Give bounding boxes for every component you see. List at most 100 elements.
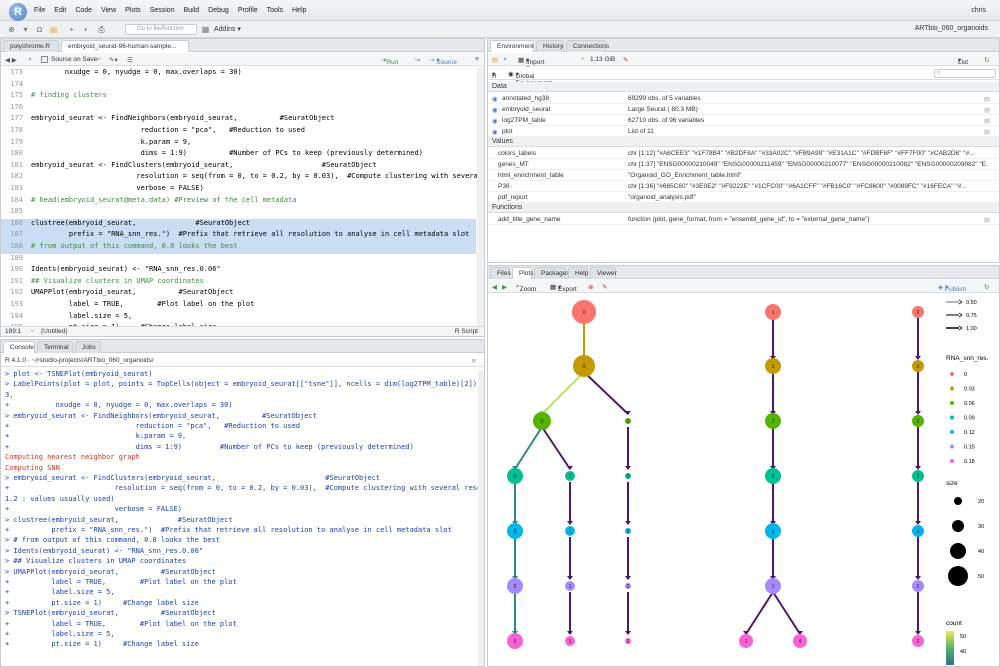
code-line[interactable]: verbose = FALSE): [31, 184, 203, 192]
memory-usage[interactable]: 1.13 GiB: [590, 56, 615, 63]
view-data-icon[interactable]: ▤: [984, 128, 990, 136]
view-data-icon[interactable]: ▤: [984, 106, 990, 114]
forward-icon[interactable]: ▶: [502, 283, 507, 291]
code-line[interactable]: clustree(embryoid_seurat, #SeuratObject: [31, 219, 250, 227]
menu-code[interactable]: Code: [75, 7, 92, 14]
new-project-icon[interactable]: ◘: [34, 24, 45, 35]
open-file-icon[interactable]: ▤: [48, 24, 59, 35]
broom-icon[interactable]: ✎: [623, 56, 628, 64]
run-button[interactable]: ⇥ Run: [381, 56, 398, 66]
tab-help[interactable]: Help: [568, 267, 588, 279]
open-icon[interactable]: ▤: [492, 56, 498, 64]
code-line[interactable]: Idents(embryoid_seurat) <- "RNA_snn_res.…: [31, 265, 221, 273]
code-line[interactable]: label = TRUE, #Plot label on the plot: [31, 300, 254, 308]
tab-environment[interactable]: Environment: [490, 40, 534, 52]
code-line[interactable]: nxudge = 0, nyudge = 0, max.overlaps = 3…: [31, 68, 242, 76]
publish-button[interactable]: ◈ Publish ▾: [938, 283, 966, 293]
view-data-icon[interactable]: ▤: [984, 95, 990, 103]
env-row[interactable]: ◉ embryoid_seurat Large Seurat ( 80.3 MB) ▤: [488, 104, 999, 115]
code-line[interactable]: prefix = "RNA_snn_res.") #Prefix that re…: [31, 230, 469, 238]
new-file-icon[interactable]: ⊕: [6, 24, 17, 35]
tab-jobs[interactable]: Jobs: [75, 341, 101, 353]
source-button[interactable]: ⇢ Source ▾: [429, 56, 457, 66]
file-type[interactable]: R Script: [455, 328, 478, 335]
broom-icon[interactable]: ✕: [471, 357, 476, 365]
menu-help[interactable]: Help: [292, 7, 306, 14]
list-view-dropdown[interactable]: List ▾: [958, 56, 968, 66]
menu-plots[interactable]: Plots: [125, 7, 141, 14]
console-scrollbar[interactable]: [478, 370, 484, 666]
menu-view[interactable]: View: [101, 7, 116, 14]
code-line[interactable]: dims = 1:9) #Number of PCs to keep (prev…: [31, 149, 423, 157]
code-line[interactable]: resolution = seq(from = 0, to = 0.2, by …: [31, 172, 484, 180]
menu-icon[interactable]: ≡: [475, 56, 479, 63]
tab-plots[interactable]: Plots: [512, 267, 533, 279]
code-line[interactable]: # from output of this command, 0.8 looks…: [31, 242, 238, 250]
view-data-icon[interactable]: ▤: [984, 117, 990, 125]
rerun-icon[interactable]: ↪: [415, 56, 420, 64]
global-env-dropdown[interactable]: ◉ Global Environment ▾: [508, 70, 552, 87]
grid-icon[interactable]: ▦: [200, 24, 211, 35]
env-row[interactable]: P36 chr [1:36] "#665C60" "#3E0E2" "#F9222…: [488, 181, 999, 192]
env-row[interactable]: html_enrichment_table "Organoid_GO_Enrich…: [488, 170, 999, 181]
back-icon[interactable]: ◀ ▶: [5, 56, 17, 64]
env-row[interactable]: pdf_report "organoid_analysis.pdf": [488, 192, 999, 203]
code-line[interactable]: label.size = 5,: [31, 312, 132, 320]
code-line[interactable]: UMAPPlot(embryoid_seurat, #SeuratObject: [31, 288, 233, 296]
language-dropdown[interactable]: R ▾: [492, 70, 497, 80]
code-line[interactable]: k.param = 9,: [31, 138, 192, 146]
env-search-input[interactable]: ⌕: [934, 69, 996, 78]
editor-scrollbar[interactable]: [477, 68, 484, 336]
user-name[interactable]: chris: [971, 7, 986, 14]
view-data-icon[interactable]: ▤: [984, 216, 990, 224]
save-icon[interactable]: ▪: [504, 56, 506, 63]
code-line[interactable]: reduction = "pca", #Reduction to used: [31, 126, 305, 134]
code-line[interactable]: # finding clusters: [31, 91, 107, 99]
tab-connections[interactable]: Connections: [566, 40, 609, 52]
env-row[interactable]: colors_labels chr [1:12] "#A6CEE3" "#1F78…: [488, 148, 999, 159]
wand-icon[interactable]: ✎▾: [109, 56, 118, 64]
remove-plot-icon[interactable]: ⊗: [588, 283, 593, 291]
export-button[interactable]: ▦ Export ▾: [550, 283, 577, 293]
compile-icon[interactable]: ☰: [127, 56, 133, 64]
code-line[interactable]: ## Visualize clusters in UMAP coordinate…: [31, 277, 204, 285]
refresh-icon[interactable]: ↻: [984, 56, 989, 64]
goto-file-input[interactable]: Go to file/function: [125, 24, 197, 35]
menu-session[interactable]: Session: [150, 7, 175, 14]
broom-icon[interactable]: ✎: [602, 283, 607, 291]
code-line[interactable]: # head(embryoid_seurat@meta.data) #Previ…: [31, 196, 297, 204]
zoom-button[interactable]: ⌕ Zoom: [516, 283, 536, 293]
menu-file[interactable]: File: [34, 7, 45, 14]
scope-label[interactable]: (Untitled): [41, 328, 67, 335]
env-row[interactable]: ◉ log2TPM_table 62710 obs. of 96 variables…: [488, 115, 999, 126]
expand-icon[interactable]: ◉: [492, 106, 498, 114]
project-menu[interactable]: ARTbio_060_organoids: [915, 25, 988, 32]
save-all-icon[interactable]: ▪: [80, 24, 91, 35]
addins-menu[interactable]: Addins ▾: [214, 25, 241, 33]
search-icon[interactable]: ⌕: [97, 56, 101, 64]
tab-history[interactable]: History: [536, 40, 564, 52]
env-row[interactable]: add_title_gene_name function (plot, gene_…: [488, 214, 999, 225]
tab-files[interactable]: Files: [490, 267, 511, 279]
tab-packages[interactable]: Packages: [534, 267, 570, 279]
save-icon[interactable]: ▪: [29, 56, 31, 63]
env-row[interactable]: ◉ annotated_hg38 69299 obs. of 5 variables…: [488, 93, 999, 104]
env-row[interactable]: genes_MT chr [1:37] "ENSG00000210049" "EN…: [488, 159, 999, 170]
save-icon[interactable]: ▪: [66, 24, 77, 35]
back-icon[interactable]: ◀: [492, 283, 497, 291]
menu-debug[interactable]: Debug: [208, 7, 229, 14]
env-row[interactable]: ◉ plot List of 11 ▤: [488, 126, 999, 137]
expand-icon[interactable]: ◉: [492, 128, 498, 136]
import-dataset-button[interactable]: ▦ Import Dataset ▾: [518, 56, 548, 73]
menu-profile[interactable]: Profile: [238, 7, 258, 14]
print-icon[interactable]: ⎙: [96, 24, 107, 35]
expand-icon[interactable]: ◉: [492, 117, 498, 125]
tab-terminal[interactable]: Terminal: [37, 341, 73, 353]
tab-polychrome[interactable]: polychrome.R: [3, 40, 59, 52]
expand-icon[interactable]: ◉: [492, 95, 498, 103]
chevron-down-icon[interactable]: ▾: [20, 24, 31, 35]
code-line[interactable]: embryoid_seurat <- FindNeighbors(embryoi…: [31, 114, 334, 122]
menu-tools[interactable]: Tools: [267, 7, 283, 14]
tab-console[interactable]: Console: [3, 341, 35, 353]
menu-build[interactable]: Build: [184, 7, 200, 14]
